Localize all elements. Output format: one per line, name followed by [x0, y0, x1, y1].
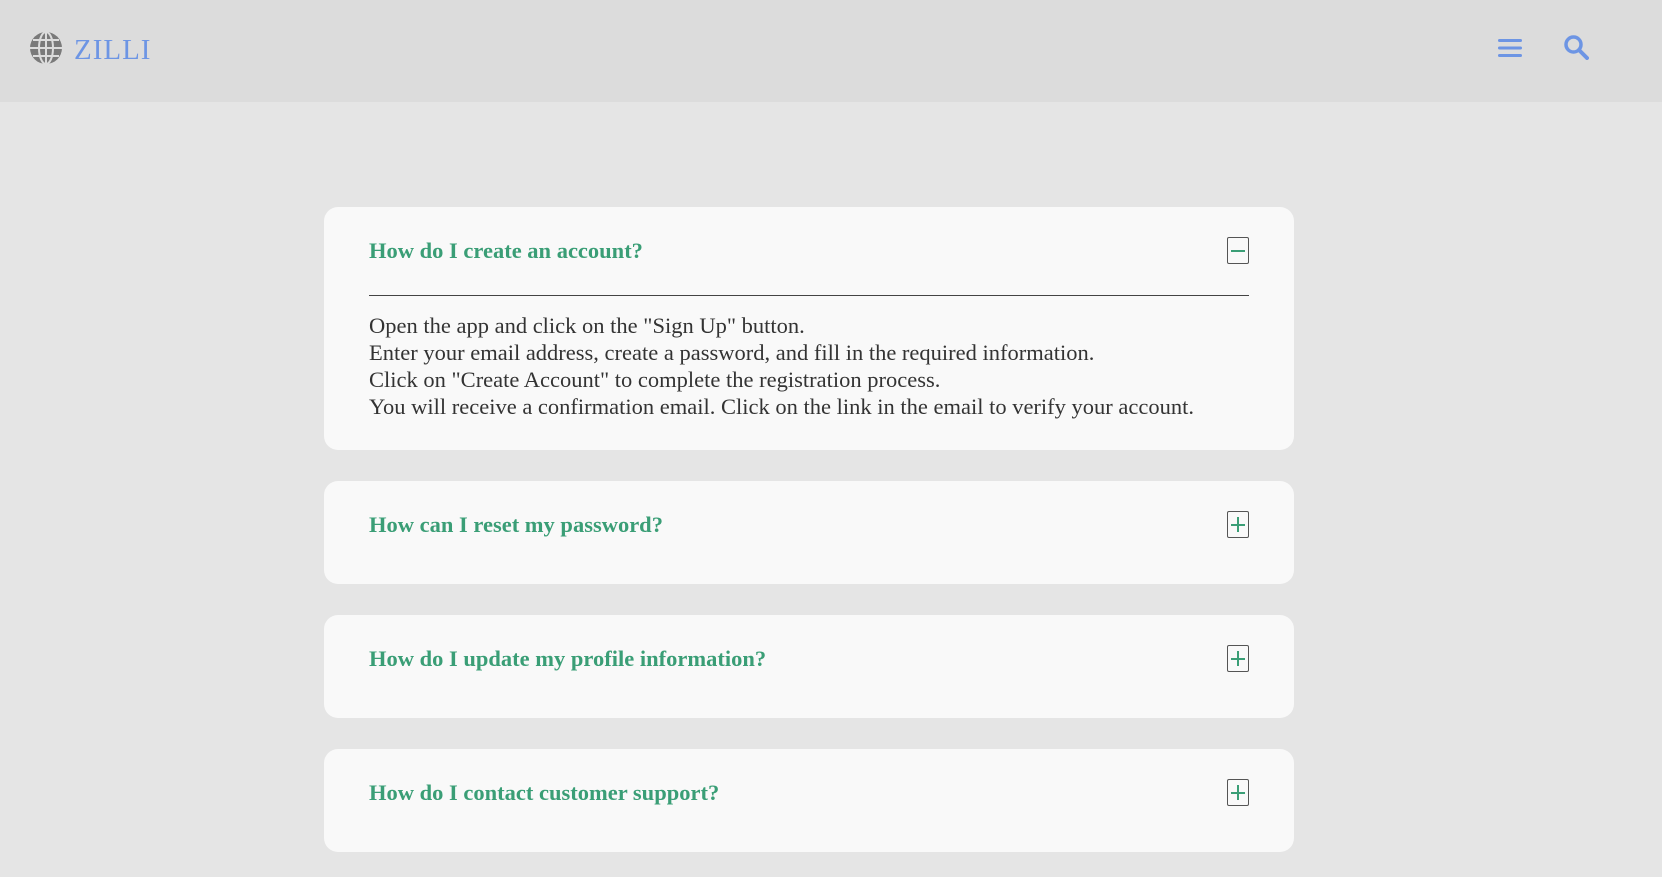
expand-plus-icon[interactable]: [1227, 511, 1249, 538]
faq-question[interactable]: How do I contact customer support?: [369, 777, 719, 809]
answer-line: Click on "Create Account" to complete th…: [369, 367, 941, 392]
hamburger-menu-icon[interactable]: [1498, 37, 1522, 59]
collapse-minus-icon[interactable]: [1227, 237, 1249, 264]
faq-item-create-account: How do I create an account? Open the app…: [324, 207, 1294, 450]
answer-line: Enter your email address, create a passw…: [369, 340, 1095, 365]
top-header: ZILLI: [0, 0, 1662, 102]
faq-item-reset-password[interactable]: How can I reset my password?: [324, 481, 1294, 584]
search-icon[interactable]: [1563, 34, 1589, 60]
expand-plus-icon[interactable]: [1227, 645, 1249, 672]
globe-icon: [30, 31, 62, 65]
logo-text: ZILLI: [74, 34, 152, 66]
expand-plus-icon[interactable]: [1227, 779, 1249, 806]
faq-question[interactable]: How can I reset my password?: [369, 509, 663, 541]
faq-item-contact-support[interactable]: How do I contact customer support?: [324, 749, 1294, 852]
logo[interactable]: ZILLI: [28, 28, 151, 68]
faq-answer: Open the app and click on the "Sign Up" …: [369, 312, 1194, 420]
faq-question[interactable]: How do I update my profile information?: [369, 643, 766, 675]
faq-question[interactable]: How do I create an account?: [369, 235, 643, 267]
divider: [369, 295, 1249, 296]
answer-line: Open the app and click on the "Sign Up" …: [369, 313, 805, 338]
answer-line: You will receive a confirmation email. C…: [369, 394, 1194, 419]
faq-item-update-profile[interactable]: How do I update my profile information?: [324, 615, 1294, 718]
